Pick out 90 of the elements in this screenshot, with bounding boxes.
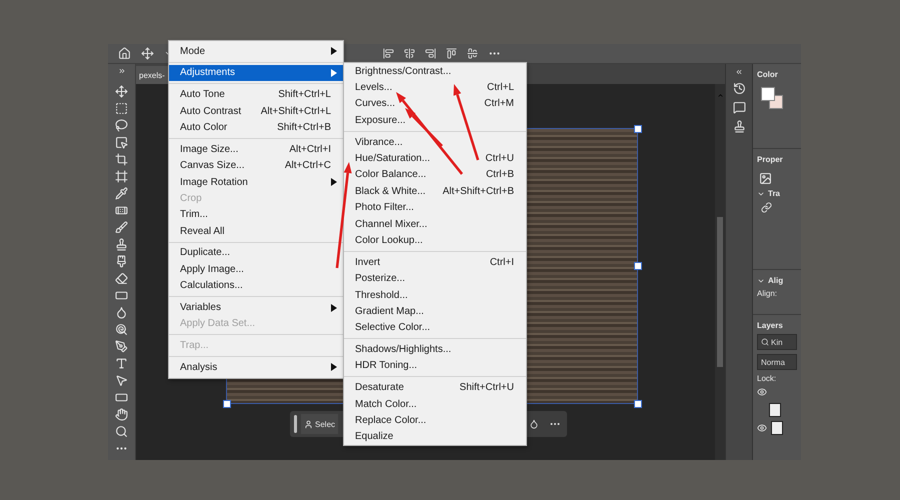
align-label: Align:	[756, 289, 778, 298]
transform-handle[interactable]	[634, 262, 642, 270]
eraser-icon[interactable]	[115, 272, 128, 285]
object-select-icon[interactable]	[115, 136, 128, 149]
search-field[interactable]: Kin	[757, 334, 797, 350]
align-top-icon[interactable]	[446, 48, 457, 59]
brush-icon[interactable]	[115, 221, 128, 234]
menu-item[interactable]: Gradient Map...	[344, 303, 526, 320]
lock-label: Lock:	[756, 374, 778, 383]
move-icon[interactable]	[115, 85, 128, 98]
person-icon	[304, 420, 313, 428]
menu-item[interactable]: Duplicate...	[169, 244, 343, 262]
menu-item[interactable]: Threshold...	[344, 286, 526, 304]
menu-item[interactable]: Image Size... Alt+Ctrl+I	[169, 141, 343, 158]
move-icon[interactable]	[141, 47, 154, 60]
visibility-icon[interactable]	[757, 387, 767, 397]
menu-item[interactable]: Calculations...	[169, 278, 343, 294]
align-right-icon[interactable]	[425, 48, 436, 59]
menu-item[interactable]: Auto Contrast Alt+Shift+Ctrl+L	[169, 102, 343, 120]
section-title[interactable]: Tra	[768, 189, 780, 198]
home-icon[interactable]	[118, 47, 131, 60]
align-left-icon[interactable]	[383, 48, 394, 59]
menu-item[interactable]: Shadows/Highlights...	[344, 341, 526, 358]
menu-item[interactable]: Posterize...	[344, 270, 526, 287]
history-icon[interactable]	[732, 82, 746, 95]
scrollbar[interactable]	[715, 84, 725, 460]
select-subject-button[interactable]: Selec	[301, 414, 338, 434]
image-icon	[759, 172, 772, 185]
layer-thumbnail	[769, 403, 781, 417]
bandage-icon[interactable]	[115, 204, 128, 217]
menu-item[interactable]: Trim...	[169, 206, 343, 224]
menu-item[interactable]: Exposure...	[344, 112, 526, 129]
menu-item[interactable]: Equalize	[344, 428, 526, 446]
path-select-icon[interactable]	[115, 374, 128, 387]
menu-item[interactable]: Mode	[169, 43, 343, 60]
collapse-icon[interactable]	[735, 68, 743, 76]
menu-item[interactable]: Black & White... Alt+Shift+Ctrl+B	[344, 183, 526, 200]
menu-item[interactable]: Color Lookup...	[344, 232, 526, 249]
menu-item[interactable]: Apply Image...	[169, 261, 343, 278]
menu-item[interactable]: Canvas Size... Alt+Ctrl+C	[169, 157, 343, 174]
search-icon	[761, 338, 769, 346]
type-icon[interactable]	[115, 357, 128, 370]
transform-handle[interactable]	[634, 400, 642, 408]
lasso-icon[interactable]	[115, 119, 128, 132]
transform-handle[interactable]	[634, 125, 642, 133]
align-center-icon[interactable]	[404, 48, 415, 59]
panel-title[interactable]: Layers	[753, 315, 801, 334]
blend-mode-dropdown[interactable]: Norma	[757, 354, 797, 370]
document-tab[interactable]: pexels-	[136, 66, 168, 84]
menu-item[interactable]: HDR Toning...	[344, 358, 526, 374]
menu-item[interactable]: Curves... Ctrl+M	[344, 96, 526, 112]
menu-item[interactable]: Color Balance... Ctrl+B	[344, 166, 526, 184]
menu-item[interactable]: Brightness/Contrast...	[344, 63, 526, 80]
visibility-icon[interactable]	[757, 423, 767, 433]
menu-item[interactable]: Match Color...	[344, 396, 526, 412]
menu-item[interactable]: Auto Tone Shift+Ctrl+L	[169, 86, 343, 103]
comment-icon[interactable]	[732, 101, 746, 114]
menu-item[interactable]: Analysis	[169, 359, 343, 376]
foreground-color-swatch[interactable]	[761, 87, 775, 101]
menu-item[interactable]: Desaturate Shift+Ctrl+U	[344, 380, 526, 396]
frame-icon[interactable]	[115, 170, 128, 183]
menu-item[interactable]: Selective Color...	[344, 320, 526, 336]
section-title[interactable]: Alig	[768, 276, 784, 285]
eyedropper-icon[interactable]	[115, 187, 128, 200]
pen-icon[interactable]	[115, 340, 128, 353]
menu-item[interactable]: Auto Color Shift+Ctrl+B	[169, 119, 343, 136]
align-middle-icon[interactable]	[467, 48, 478, 59]
rectangle-icon[interactable]	[115, 391, 128, 404]
stamp-icon[interactable]	[115, 238, 128, 251]
expand-icon[interactable]	[118, 67, 126, 75]
menu-item[interactable]: Replace Color...	[344, 412, 526, 429]
panel-title[interactable]: Proper	[753, 149, 801, 168]
menu-item[interactable]: Photo Filter...	[344, 200, 526, 216]
menu-item[interactable]: Adjustments	[169, 64, 343, 82]
transform-handle[interactable]	[223, 400, 231, 408]
menu-item[interactable]: Invert Ctrl+I	[344, 254, 526, 270]
menu-item[interactable]: Hue/Saturation... Ctrl+U	[344, 150, 526, 167]
crop-icon[interactable]	[115, 153, 128, 166]
layer-thumbnail	[771, 421, 783, 435]
menu-item[interactable]: Channel Mixer...	[344, 216, 526, 232]
menu-item[interactable]: Variables	[169, 299, 343, 316]
marquee-icon[interactable]	[115, 102, 128, 115]
link-icon[interactable]	[761, 202, 772, 213]
zoom-icon[interactable]	[115, 425, 128, 438]
menu-item[interactable]: Vibrance...	[344, 134, 526, 150]
menu-item[interactable]: Levels... Ctrl+L	[344, 79, 526, 96]
panel-title[interactable]: Color	[753, 64, 801, 83]
menu-item[interactable]: Image Rotation	[169, 174, 343, 190]
hand-icon[interactable]	[115, 408, 128, 421]
menu-item[interactable]: Reveal All	[169, 223, 343, 240]
